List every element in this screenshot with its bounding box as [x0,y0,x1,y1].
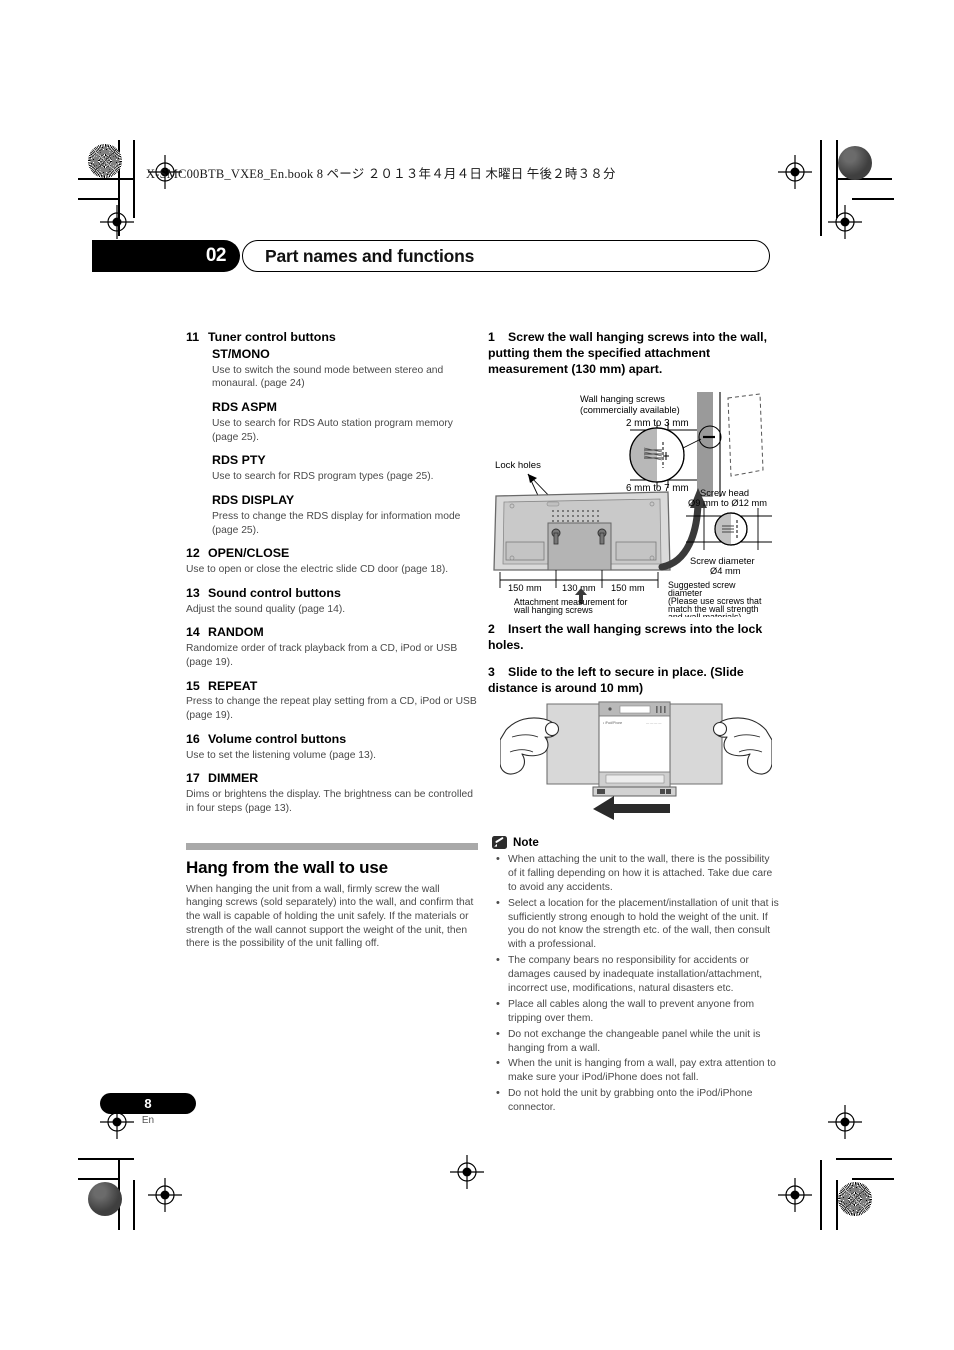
registration-target-bottom-right [778,1178,812,1212]
page-number: 8 [100,1093,196,1114]
svg-text:Screw diameter: Screw diameter [690,556,755,566]
note-item: Do not hold the unit by grabbing onto th… [492,1086,780,1115]
svg-text:150 mm: 150 mm [508,583,542,593]
page-language: En [141,1115,155,1126]
item-16: 16 Volume control buttons [186,732,478,748]
chapter-number: 02 [92,240,240,272]
step-2: 2 Insert the wall hanging screws into the… [488,622,780,654]
item-number: 16 [186,731,200,746]
note-item: Place all cables along the wall to preve… [492,997,780,1026]
step-text: Screw the wall hanging screws into the w… [488,330,767,376]
subitem-rds-aspm: RDS ASPM [212,400,277,415]
item-11: 11 Tuner control buttons [186,330,478,346]
step-1: 1 Screw the wall hanging screws into the … [488,330,780,378]
registration-halftone-top-left [88,144,122,178]
note-item: When attaching the unit to the wall, the… [492,852,780,895]
right-column: 1 Screw the wall hanging screws into the … [488,330,780,389]
item-number: 14 [186,625,200,640]
subitem-rds-display: RDS DISPLAY [212,492,295,507]
registration-halftone-bottom-right [838,1182,872,1216]
registration-target-left-upper [100,205,134,239]
registration-solid-top-right [838,146,872,180]
figure-wall-hanging-screws: Wall hanging screws (commercially availa… [492,392,782,617]
svg-text:Lock holes: Lock holes [495,460,541,471]
item-title: REPEAT [208,678,258,693]
item-12-body: Use to open or close the electric slide … [186,564,449,576]
svg-text:Screw head: Screw head [700,488,749,498]
step-text: Insert the wall hanging screws into the … [488,622,763,652]
svg-text:wall hanging screws: wall hanging screws [513,605,593,615]
registration-target-right-lower [828,1105,862,1139]
registration-target-bottom-left [148,1178,182,1212]
step-text: Slide to the left to secure in place. (S… [488,664,744,695]
item-14-body: Randomize order of track playback from a… [186,643,458,668]
note-header: Note [492,836,780,849]
subitem-rds-display-body: Press to change the RDS display for info… [212,510,461,536]
item-title: DIMMER [208,771,259,786]
figure-slide-unit-with-hands: ▪ iPod/iPhone — — — — [500,692,772,822]
item-title: RANDOM [208,625,264,640]
step-number: 2 [488,622,495,636]
section-title-hang-from-wall: Hang from the wall to use [186,857,388,877]
item-title: Tuner control buttons [208,330,336,344]
registration-target-right-upper [828,205,862,239]
item-number: 15 [186,678,200,693]
item-11-subtitle: ST/MONO [212,346,270,361]
svg-text:2 mm to 3 mm: 2 mm to 3 mm [626,418,689,429]
item-15-body: Press to change the repeat play setting … [186,696,477,722]
item-title: Sound control buttons [208,585,341,600]
item-13-body: Adjust the sound quality (page 14). [186,603,346,615]
page-title: Part names and functions [242,240,770,272]
left-column: 11 Tuner control buttons ST/MONO Use to … [186,330,478,951]
note-block: Note When attaching the unit to the wall… [492,836,780,1117]
svg-text:(commercially available): (commercially available) [580,405,680,415]
step-number: 3 [488,664,495,679]
svg-text:Wall hanging screws: Wall hanging screws [580,394,665,404]
item-17-body: Dims or brightens the display. The brigh… [186,789,473,814]
registration-solid-bottom-left [88,1182,122,1216]
item-number: 11 [186,330,200,344]
subitem-rds-pty: RDS PTY [212,453,266,468]
item-title: Volume control buttons [208,731,347,746]
item-15: 15 REPEAT [186,679,478,695]
note-list: When attaching the unit to the wall, the… [492,852,780,1115]
note-item: Do not exchange the changeable panel whi… [492,1027,780,1056]
svg-text:150 mm: 150 mm [611,583,645,593]
registration-target-top-right [778,155,812,189]
subitem-rds-aspm-body: Use to search for RDS Auto station progr… [212,418,453,443]
svg-text:▪ iPod/iPhone: ▪ iPod/iPhone [603,721,622,725]
page-footer: 8 En [100,1093,196,1126]
item-14: 14 RANDOM [186,625,478,641]
note-item: When the unit is hanging from a wall, pa… [492,1056,780,1085]
note-pencil-icon [492,836,507,849]
item-11-body: Use to switch the sound mode between ste… [212,364,444,390]
note-item: The company bears no responsibility for … [492,953,780,996]
svg-text:Ø4 mm: Ø4 mm [710,566,741,576]
manual-page: X-SMC00BTB_VXE8_En.book 8 ページ ２０１３年４月４日 … [0,0,954,1350]
svg-text:Ø9 mm to Ø12 mm: Ø9 mm to Ø12 mm [688,498,767,508]
item-number: 17 [186,771,200,786]
item-17: 17 DIMMER [186,771,478,787]
item-16-body: Use to set the listening volume (page 13… [186,749,377,761]
item-12: 12 OPEN/CLOSE [186,546,478,562]
note-item: Select a location for the placement/inst… [492,896,780,953]
registration-target-bottom-center [450,1155,484,1189]
chapter-header: 02 Part names and functions [92,240,770,272]
svg-text:and wall materials): and wall materials) [668,612,741,617]
svg-text:— — — —: — — — — [646,721,662,725]
section-divider [186,842,478,850]
subitem-rds-pty-body: Use to search for RDS program types (pag… [212,471,434,483]
section-body-hang-from-wall: When hanging the unit from a wall, firml… [186,883,474,950]
item-title: OPEN/CLOSE [208,546,290,561]
item-number: 13 [186,585,200,600]
item-number: 12 [186,546,200,561]
step-number: 1 [488,330,495,344]
print-header-text: X-SMC00BTB_VXE8_En.book 8 ページ ２０１３年４月４日 … [146,167,616,181]
note-title: Note [513,836,539,849]
item-13: 13 Sound control buttons [186,586,478,602]
